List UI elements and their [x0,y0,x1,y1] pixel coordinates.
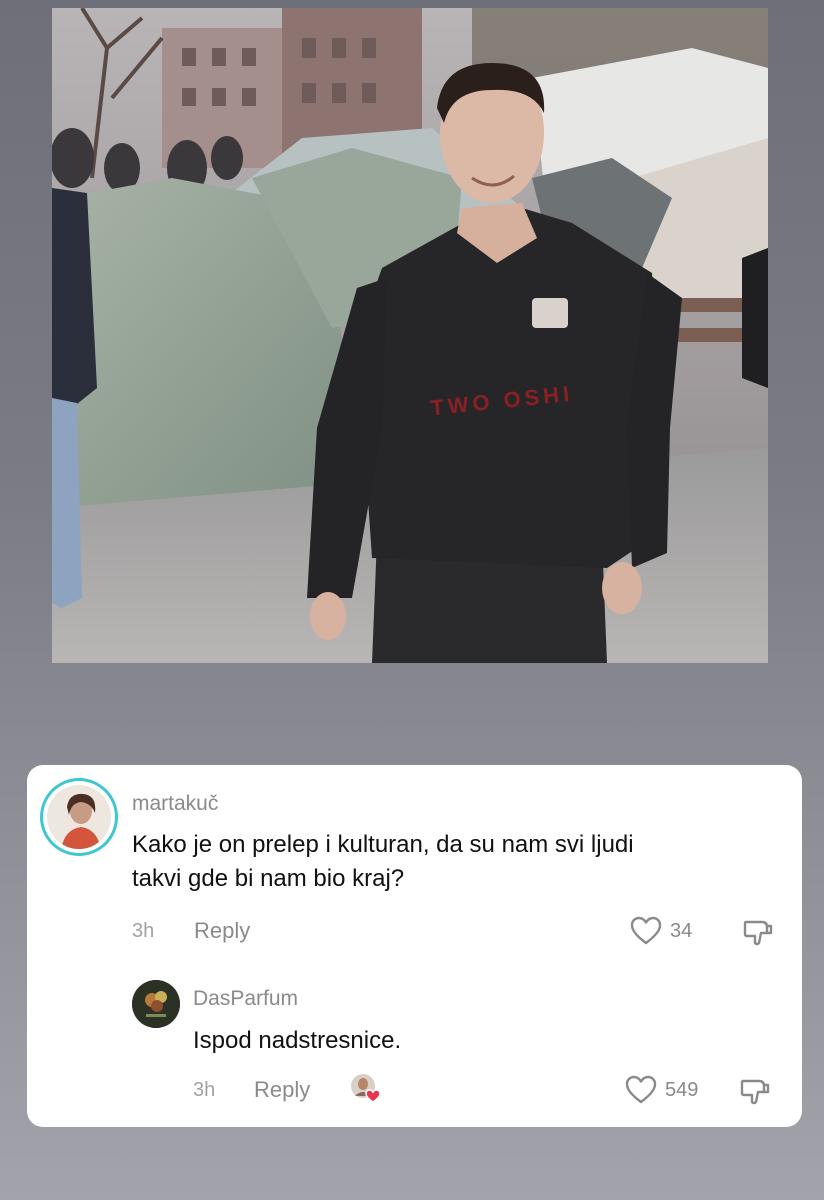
heart-icon [630,916,662,945]
comments-card: martakuč Kako je on prelep i kulturan, d… [27,765,802,1127]
commenter-username[interactable]: martakuč [132,792,218,816]
reply-like-count: 549 [665,1078,699,1101]
reply-dislike-button[interactable] [739,1075,771,1112]
comment-text-line: Kako je on prelep i kulturan, da su nam … [132,831,634,858]
comment-text: Kako je on prelep i kulturan, da su nam … [132,828,634,896]
reply-time: 3h [193,1079,216,1101]
dislike-icon [740,1079,770,1105]
dislike-icon [743,920,773,946]
comment-dislike-button[interactable] [742,916,774,953]
comment-text-line: takvi gde bi nam bio kraj? [132,865,405,892]
post-photo: TWO OSHI [52,8,768,663]
comment-like-count: 34 [670,919,693,942]
replier-avatar[interactable] [132,980,180,1028]
comment-time: 3h [132,920,155,942]
reply-reply-button[interactable]: Reply [254,1077,310,1103]
commenter-avatar[interactable] [40,778,118,856]
replier-username[interactable]: DasParfum [193,987,298,1011]
creator-liked-badge [349,1072,383,1106]
comment-reply-button[interactable]: Reply [194,918,250,944]
comment-like-button[interactable]: 34 [630,916,692,946]
heart-icon [625,1075,657,1104]
reply-text: Ispod nadstresnice. [193,1027,402,1054]
reply-like-button[interactable]: 549 [625,1075,698,1105]
